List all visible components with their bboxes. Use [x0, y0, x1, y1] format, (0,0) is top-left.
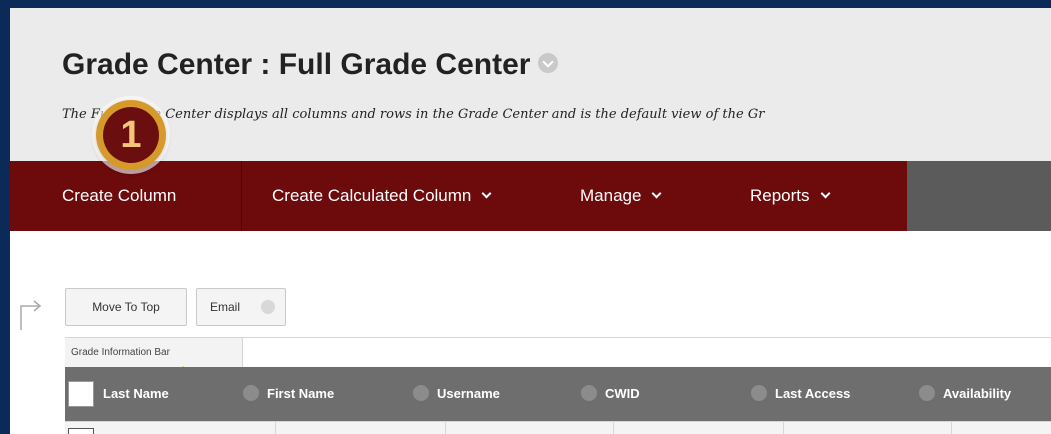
select-all-checkbox[interactable] — [68, 381, 94, 407]
step-callout-badge: 1 — [96, 100, 166, 170]
column-divider — [613, 422, 614, 434]
grade-information-bar: Grade Information Bar — [65, 337, 1051, 372]
manage-label: Manage — [580, 186, 642, 205]
chevron-down-icon[interactable] — [581, 384, 597, 401]
column-label: Last Access — [775, 386, 851, 401]
chevron-down-icon[interactable] — [413, 384, 429, 401]
create-calculated-column-label: Create Calculated Column — [272, 186, 472, 205]
row-checkbox[interactable] — [68, 428, 94, 434]
column-divider — [951, 422, 952, 434]
create-column-label: Create Column — [62, 186, 177, 205]
action-bar: Create Column Create Calculated Column M… — [10, 161, 1051, 231]
chevron-down-icon[interactable] — [919, 384, 935, 401]
return-arrow-icon — [20, 300, 42, 330]
chevron-down-icon — [820, 188, 830, 199]
move-to-top-button[interactable]: Move To Top — [65, 288, 187, 326]
column-label: Availability — [943, 386, 1012, 401]
chevron-down-icon — [651, 188, 662, 199]
page-header: Grade Center : Full Grade Center The Ful… — [10, 8, 1051, 161]
column-divider — [275, 422, 276, 434]
create-column-button[interactable]: Create Column — [10, 161, 242, 231]
app-window: Grade Center : Full Grade Center The Ful… — [10, 8, 1051, 434]
chevron-down-icon[interactable] — [243, 384, 259, 401]
action-bar-menu: Create Column Create Calculated Column M… — [10, 161, 907, 231]
reports-menu[interactable]: Reports — [750, 161, 907, 231]
email-button[interactable]: Email — [196, 288, 286, 326]
column-header-availability[interactable]: Availability — [919, 367, 1011, 421]
chevron-down-icon[interactable] — [751, 384, 767, 401]
column-header-last-access[interactable]: Last Access — [751, 367, 850, 421]
column-header-first-name[interactable]: First Name — [243, 367, 334, 421]
column-label: First Name — [267, 386, 335, 401]
column-header-username[interactable]: Username — [413, 367, 500, 421]
reports-label: Reports — [750, 186, 810, 205]
column-label: Username — [437, 386, 500, 401]
page-title: Grade Center : Full Grade Center — [62, 48, 559, 82]
column-label: CWID — [605, 386, 640, 401]
manage-menu[interactable]: Manage — [580, 161, 750, 231]
step-number: 1 — [103, 107, 159, 163]
column-divider — [445, 422, 446, 434]
email-label: Email — [210, 300, 241, 314]
page-title-text: Grade Center : Full Grade Center — [62, 48, 531, 81]
chevron-down-icon[interactable] — [538, 53, 559, 74]
grade-information-bar-tab[interactable]: Grade Information Bar — [65, 338, 243, 372]
column-header-cwid[interactable]: CWID — [581, 367, 640, 421]
table-row — [65, 421, 1051, 434]
grade-table-header: Last Name First Name Username CWID Last … — [65, 367, 1051, 421]
column-divider — [783, 422, 784, 434]
chevron-down-icon — [261, 300, 275, 314]
column-header-last-name[interactable]: Last Name — [103, 367, 169, 421]
chevron-down-icon — [481, 188, 492, 199]
create-calculated-column-menu[interactable]: Create Calculated Column — [242, 161, 580, 231]
page-description: The Full Grade Center displays all colum… — [62, 107, 765, 122]
